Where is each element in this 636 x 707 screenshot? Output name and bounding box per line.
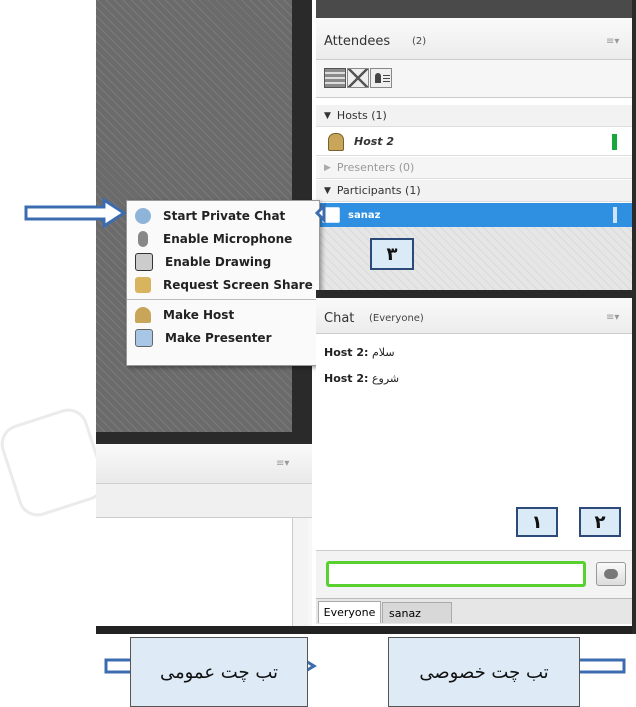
public-chat-tab-label: تب چت عمومی [130,637,308,707]
arrow-to-private-chat [24,197,127,229]
private-chat-tab-label: تب چت خصوصی [388,637,580,707]
arrow-to-participant [314,202,326,224]
annotation-arrows [24,197,626,681]
